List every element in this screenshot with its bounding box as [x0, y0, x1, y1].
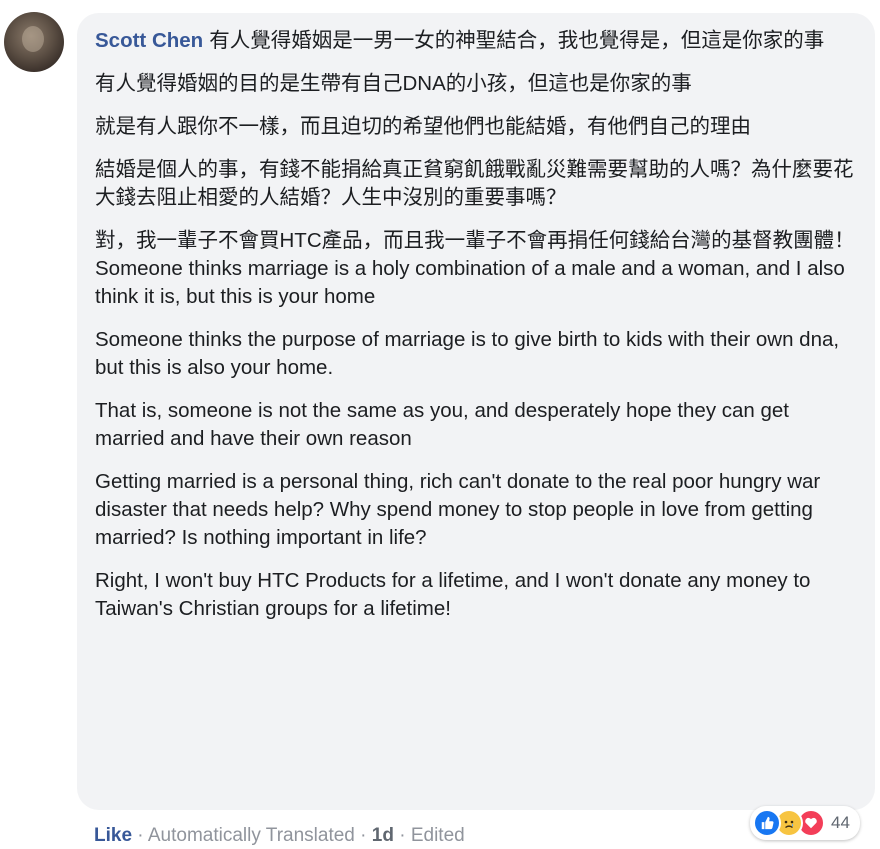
like-link[interactable]: Like: [94, 825, 132, 846]
comment-paragraph: 結婚是個人的事，有錢不能捐給真正貧窮飢餓戰亂災難需要幫助的人嗎？為什麼要花大錢去…: [95, 158, 854, 209]
comment-paragraph: 就是有人跟你不一樣，而且迫切的希望他們也能結婚，有他們自己的理由: [95, 115, 751, 138]
comment-bubble: Scott Chen 有人覺得婚姻是一男一女的神聖結合，我也覺得是，但這是你家的事…: [77, 13, 875, 810]
comment-paragraph: Scott Chen 有人覺得婚姻是一男一女的神聖結合，我也覺得是，但這是你家的事: [95, 27, 859, 55]
comment-paragraph: That is, someone is not the same as you,…: [95, 399, 790, 450]
comment-paragraph: Getting married is a personal thing, ric…: [95, 470, 821, 549]
comment-paragraph: Someone thinks the purpose of marriage i…: [95, 328, 840, 379]
like-icon: [753, 809, 781, 837]
translated-label[interactable]: Automatically Translated: [148, 825, 355, 846]
edited-label[interactable]: Edited: [411, 825, 465, 846]
separator: ·: [132, 825, 148, 846]
separator: ·: [354, 825, 372, 846]
timestamp-link[interactable]: 1d: [372, 825, 394, 846]
avatar-photo: [22, 26, 44, 52]
reactions-summary[interactable]: 44: [750, 806, 860, 840]
reaction-count: 44: [831, 813, 850, 832]
comment-footer: Like · Automatically Translated · 1d · E…: [94, 823, 465, 849]
comment-paragraph: Someone thinks marriage is a holy combin…: [95, 257, 845, 308]
avatar[interactable]: [4, 12, 64, 72]
comment-paragraph: 有人覺得婚姻的目的是生帶有自己DNA的小孩，但這也是你家的事: [95, 72, 692, 95]
comment-paragraph: Right, I won't buy HTC Products for a li…: [95, 569, 811, 620]
author-name[interactable]: Scott Chen: [95, 29, 203, 52]
comment-paragraph: 對，我一輩子不會買HTC產品，而且我一輩子不會再捐任何錢給台灣的基督教團體！: [95, 229, 855, 252]
comment-text: 有人覺得婚姻是一男一女的神聖結合，我也覺得是，但這是你家的事: [209, 29, 825, 52]
separator: ·: [393, 825, 411, 846]
